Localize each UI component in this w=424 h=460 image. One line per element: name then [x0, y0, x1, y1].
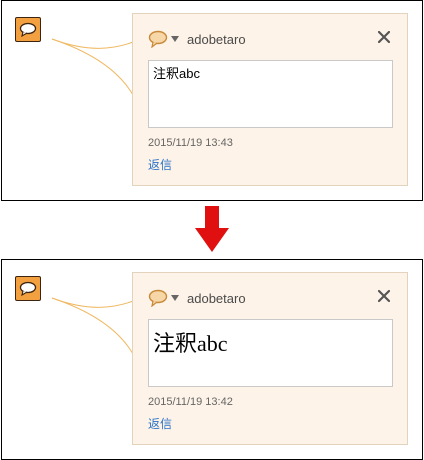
comment-text-field[interactable]: 注釈abc — [148, 60, 393, 128]
comment-header: adobetaro — [148, 288, 246, 308]
close-icon — [378, 290, 390, 302]
caret-down-icon[interactable] — [171, 295, 179, 301]
reply-link[interactable]: 返信 — [148, 156, 172, 173]
comment-connector-line — [51, 38, 134, 96]
caret-down-icon[interactable] — [171, 36, 179, 42]
comment-type-icon[interactable] — [148, 289, 168, 307]
reply-link[interactable]: 返信 — [148, 415, 172, 432]
comment-timestamp: 2015/11/19 13:43 — [148, 137, 233, 149]
comment-header: adobetaro — [148, 29, 246, 49]
speech-bubble-icon — [19, 22, 37, 37]
before-panel: adobetaro 注釈abc 2015/11/19 13:43 返信 — [1, 0, 423, 201]
comment-author: adobetaro — [187, 290, 246, 306]
note-annotation-icon[interactable] — [15, 276, 41, 301]
comment-timestamp: 2015/11/19 13:42 — [148, 396, 233, 408]
speech-bubble-icon — [19, 281, 37, 296]
comment-author: adobetaro — [187, 31, 246, 47]
after-panel: adobetaro 注釈abc 2015/11/19 13:42 返信 — [1, 259, 423, 460]
comment-popup: adobetaro 注釈abc 2015/11/19 13:43 返信 — [132, 13, 408, 186]
note-annotation-icon[interactable] — [15, 17, 41, 42]
close-icon — [378, 31, 390, 43]
comment-type-icon[interactable] — [148, 30, 168, 48]
close-button[interactable] — [377, 289, 391, 303]
arrow-down-icon — [195, 206, 229, 252]
comment-connector-line — [51, 297, 134, 355]
close-button[interactable] — [377, 30, 391, 44]
comment-popup: adobetaro 注釈abc 2015/11/19 13:42 返信 — [132, 272, 408, 445]
comment-text-field[interactable]: 注釈abc — [148, 319, 393, 387]
